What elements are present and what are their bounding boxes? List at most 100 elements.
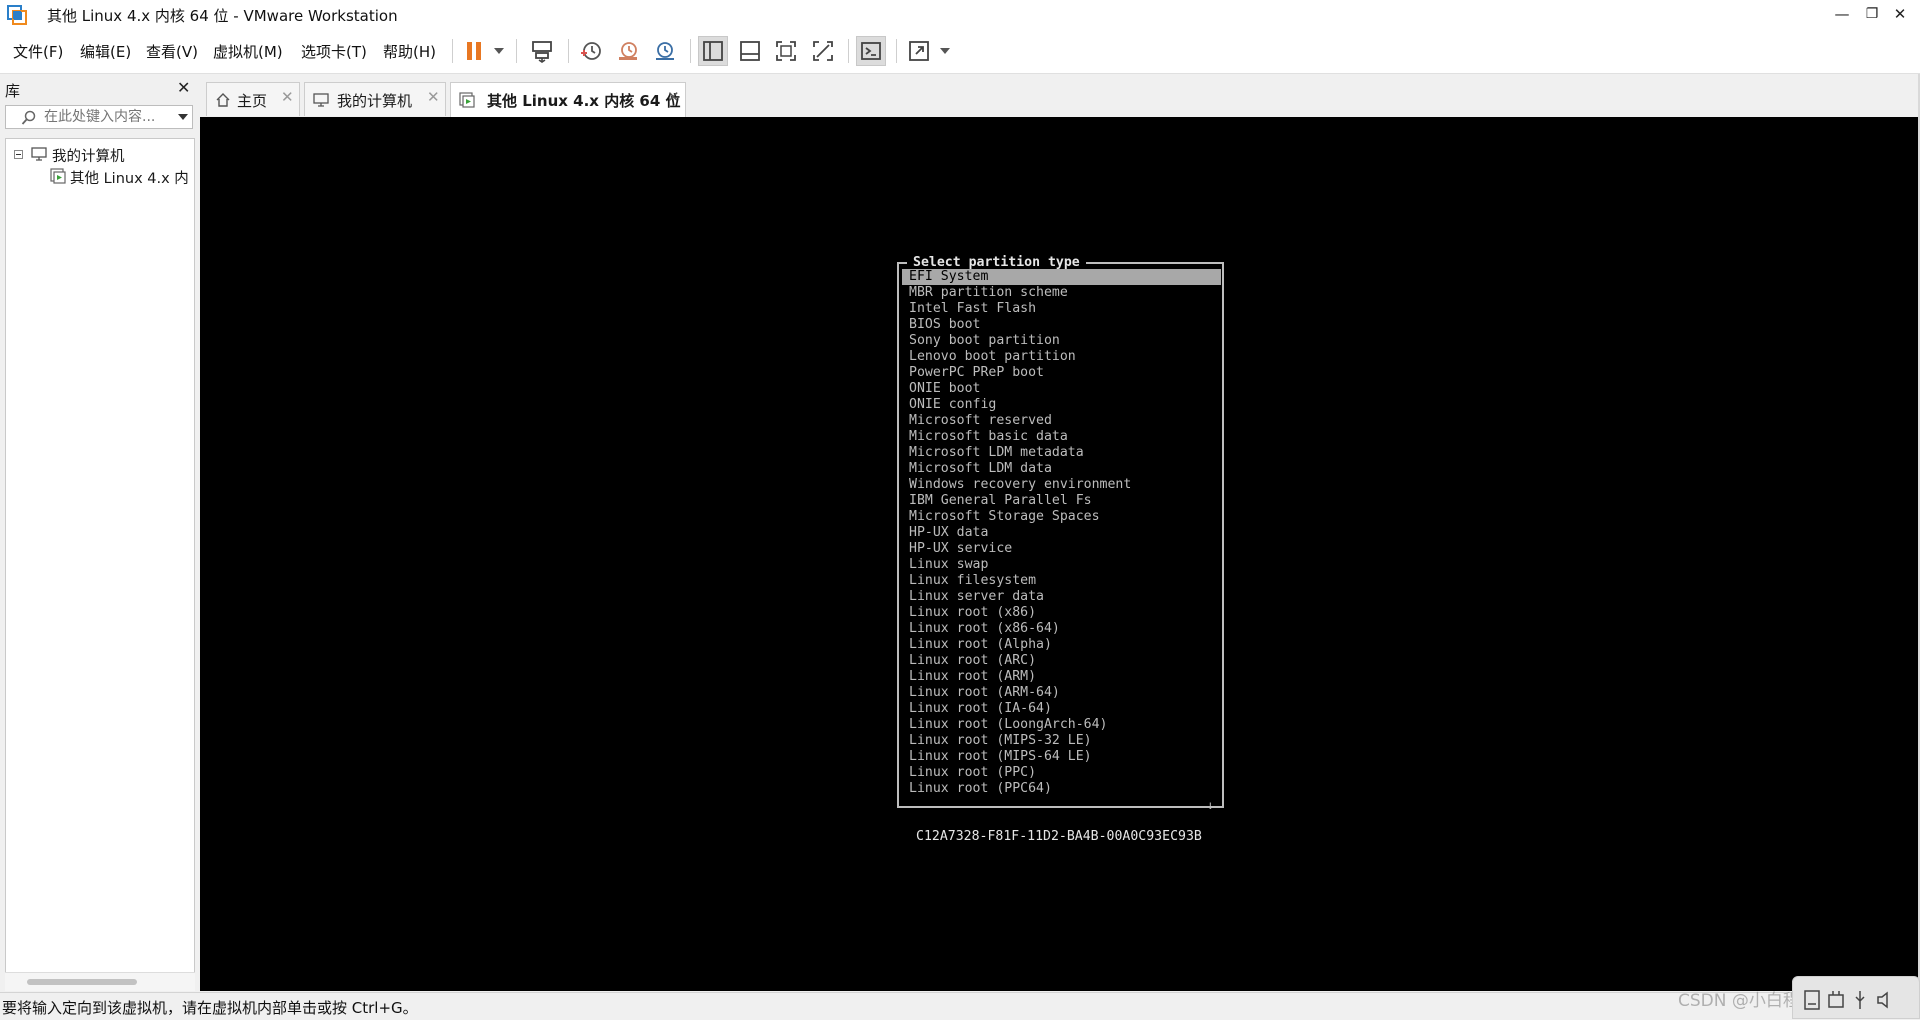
send-ctrl-alt-del-button[interactable] — [527, 36, 557, 66]
library-horizontal-scrollbar[interactable] — [5, 972, 195, 991]
pause-dropdown-caret[interactable] — [494, 48, 504, 54]
partition-type-item[interactable]: Microsoft Storage Spaces — [902, 509, 1221, 525]
partition-type-item[interactable]: ONIE boot — [902, 381, 1221, 397]
menu-toolbar: 文件(F) 编辑(E) 查看(V) 虚拟机(M) 选项卡(T) 帮助(H) — [0, 29, 1920, 74]
partition-type-item[interactable]: Linux root (MIPS-64 LE) — [902, 749, 1221, 765]
partition-type-item[interactable]: Linux server data — [902, 589, 1221, 605]
tree-item-my-computer[interactable]: 我的计算机 — [52, 145, 125, 166]
menu-help[interactable]: 帮助(H) — [383, 41, 436, 62]
tab-my-computer-label: 我的计算机 — [337, 92, 413, 110]
fullscreen-icon — [776, 41, 796, 61]
menu-file[interactable]: 文件(F) — [13, 41, 63, 62]
tab-linux-vm-label: 其他 Linux 4.x 内核 64 位 — [487, 92, 681, 110]
partition-type-item[interactable]: Microsoft basic data — [902, 429, 1221, 445]
close-window-button[interactable]: ✕ — [1880, 0, 1920, 29]
partition-type-item[interactable]: ONIE config — [902, 397, 1221, 413]
partition-type-item[interactable]: Microsoft LDM data — [902, 461, 1221, 477]
library-tree: 我的计算机 其他 Linux 4.x 内 — [5, 138, 195, 986]
vm-running-icon — [459, 92, 475, 108]
tab-linux-vm-close-button[interactable]: ✕ — [667, 88, 680, 106]
partition-type-item[interactable]: Intel Fast Flash — [902, 301, 1221, 317]
thumbnail-bar-button[interactable] — [735, 36, 765, 66]
partition-type-item[interactable]: Linux root (x86-64) — [902, 621, 1221, 637]
partition-type-item[interactable]: Microsoft reserved — [902, 413, 1221, 429]
menu-vm[interactable]: 虚拟机(M) — [213, 41, 283, 62]
menu-edit[interactable]: 编辑(E) — [80, 41, 131, 62]
partition-type-item[interactable]: Linux root (IA-64) — [902, 701, 1221, 717]
partition-type-item[interactable]: Linux root (x86) — [902, 605, 1221, 621]
status-text: 要将输入定向到该虚拟机，请在虚拟机内部单击或按 Ctrl+G。 — [2, 999, 418, 1017]
tab-my-computer[interactable]: 我的计算机 ✕ — [304, 82, 446, 116]
snapshot-icon — [581, 42, 601, 60]
partition-type-list[interactable]: EFI System MBR partition scheme Intel Fast… — [902, 269, 1221, 797]
partition-type-item[interactable]: Linux root (Alpha) — [902, 637, 1221, 653]
library-close-button[interactable]: ✕ — [177, 78, 190, 97]
vmware-logo-icon — [7, 5, 27, 25]
tab-linux-vm[interactable]: 其他 Linux 4.x 内核 64 位 ✕ — [450, 82, 686, 117]
take-snapshot-button[interactable] — [576, 36, 606, 66]
partition-type-item[interactable]: Linux root (LoongArch-64) — [902, 717, 1221, 733]
console-icon — [861, 42, 881, 60]
revert-snapshot-icon — [619, 42, 637, 60]
partition-type-item[interactable]: Linux root (ARM) — [902, 669, 1221, 685]
partition-type-item[interactable]: HP-UX service — [902, 541, 1221, 557]
scroll-down-indicator: ↓ — [1206, 798, 1214, 812]
show-library-button[interactable] — [698, 36, 728, 66]
pause-button[interactable] — [459, 36, 489, 66]
tab-strip: 主页 ✕ 我的计算机 ✕ 其他 Linux 4.x 内核 64 位 ✕ — [200, 74, 1920, 117]
computer-icon — [313, 93, 329, 107]
partition-type-item[interactable]: PowerPC PReP boot — [902, 365, 1221, 381]
tree-collapse-toggle[interactable] — [14, 150, 23, 159]
revert-snapshot-button[interactable] — [613, 36, 643, 66]
tab-home[interactable]: 主页 ✕ — [206, 82, 300, 116]
partition-type-item-selected[interactable]: EFI System — [902, 269, 1221, 285]
tree-item-linux-vm[interactable]: 其他 Linux 4.x 内 — [70, 167, 189, 188]
partition-type-item[interactable]: Linux root (ARM-64) — [902, 685, 1221, 701]
full-screen-button[interactable] — [771, 36, 801, 66]
partition-type-item[interactable]: Linux root (MIPS-32 LE) — [902, 733, 1221, 749]
partition-type-item[interactable]: HP-UX data — [902, 525, 1221, 541]
partition-type-item[interactable]: Linux root (PPC64) — [902, 781, 1221, 797]
sound-card-icon[interactable] — [1875, 989, 1897, 1011]
snapshot-manager-button[interactable] — [650, 36, 680, 66]
partition-type-item[interactable]: Linux filesystem — [902, 573, 1221, 589]
library-search-box[interactable] — [5, 105, 193, 129]
partition-type-item[interactable]: Microsoft LDM metadata — [902, 445, 1221, 461]
snapshot-manager-icon — [656, 42, 674, 60]
partition-type-dialog: Select partition type EFI System MBR part… — [897, 255, 1224, 812]
search-icon — [21, 110, 36, 125]
tab-home-label: 主页 — [237, 92, 268, 110]
partition-type-item[interactable]: Linux swap — [902, 557, 1221, 573]
partition-type-item[interactable]: Sony boot partition — [902, 333, 1221, 349]
partition-type-item[interactable]: IBM General Parallel Fs — [902, 493, 1221, 509]
partition-type-item[interactable]: Windows recovery environment — [902, 477, 1221, 493]
search-dropdown-caret[interactable] — [178, 114, 188, 120]
computer-icon — [31, 147, 47, 161]
tab-my-computer-close-button[interactable]: ✕ — [427, 88, 440, 106]
tab-home-close-button[interactable]: ✕ — [281, 88, 294, 106]
toolbar-separator — [568, 39, 569, 63]
menu-view[interactable]: 查看(V) — [146, 41, 198, 62]
menu-tabs[interactable]: 选项卡(T) — [301, 41, 367, 62]
library-view-icon — [703, 41, 723, 61]
stretch-dropdown-caret[interactable] — [940, 48, 950, 54]
scrollbar-thumb[interactable] — [27, 979, 137, 985]
pause-icon — [467, 42, 481, 60]
partition-type-item[interactable]: Lenovo boot partition — [902, 349, 1221, 365]
stretch-guest-button[interactable] — [904, 36, 934, 66]
stretch-icon — [909, 41, 929, 61]
network-adapter-icon[interactable] — [1827, 989, 1845, 1011]
library-title: 库 — [5, 82, 21, 100]
partition-type-item[interactable]: MBR partition scheme — [902, 285, 1221, 301]
library-search-input[interactable] — [44, 107, 164, 127]
unity-button[interactable] — [808, 36, 838, 66]
unity-icon — [813, 41, 833, 61]
partition-type-item[interactable]: BIOS boot — [902, 317, 1221, 333]
partition-type-item[interactable]: Linux root (PPC) — [902, 765, 1221, 781]
hard-disk-icon[interactable] — [1803, 989, 1821, 1011]
vm-console-screen[interactable]: Select partition type EFI System MBR part… — [200, 117, 1918, 991]
console-view-button[interactable] — [856, 36, 886, 66]
toolbar-separator — [896, 39, 897, 63]
partition-type-item[interactable]: Linux root (ARC) — [902, 653, 1221, 669]
usb-device-icon[interactable] — [1851, 989, 1869, 1011]
